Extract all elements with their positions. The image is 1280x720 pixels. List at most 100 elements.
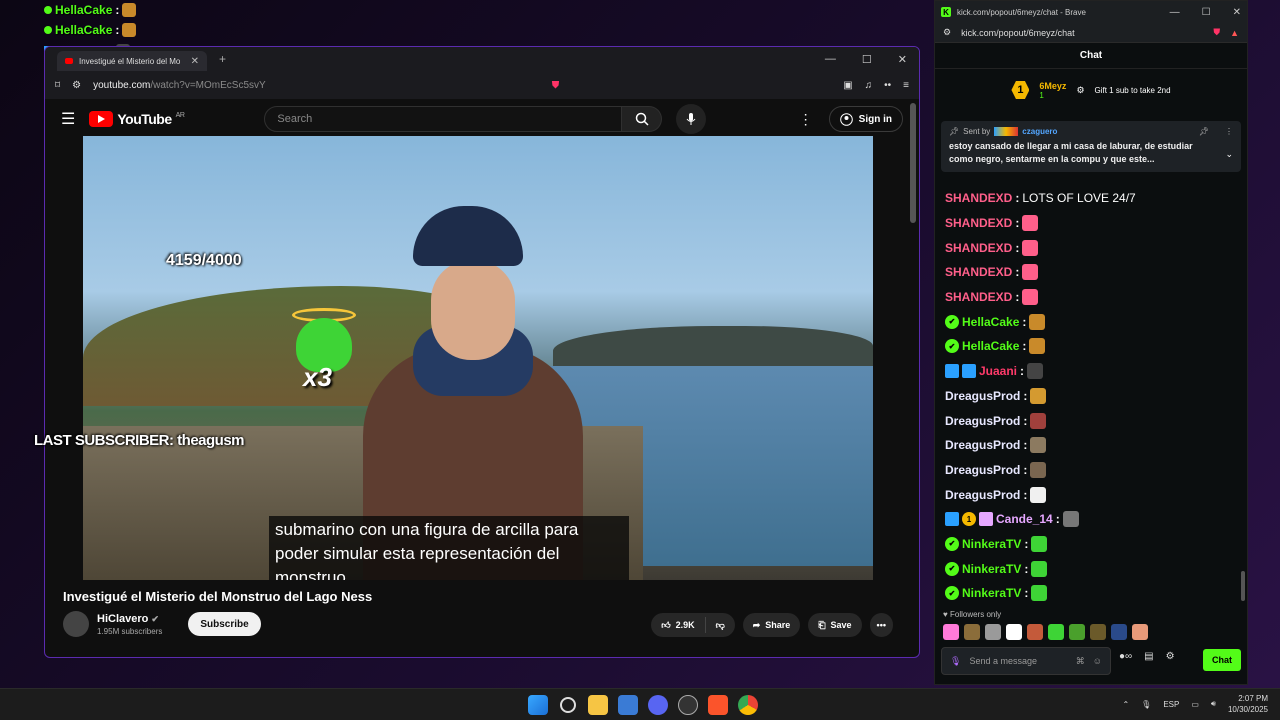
chat-username[interactable]: Juaani <box>979 364 1017 378</box>
expand-chevron-icon[interactable]: ⌄ <box>1225 149 1233 160</box>
microphone-icon[interactable]: 🎙︎ <box>1141 700 1151 709</box>
search-button[interactable] <box>622 106 663 132</box>
chat-message[interactable]: Juaani: <box>945 359 1235 384</box>
start-icon[interactable] <box>528 695 548 715</box>
close-window-icon[interactable]: ✕ <box>898 53 907 66</box>
bookmark-icon[interactable]: ⌑ <box>55 80 60 91</box>
maximize-icon[interactable]: ☐ <box>862 53 872 66</box>
hamburger-menu-icon[interactable]: ☰ <box>61 109 75 129</box>
extensions-icon[interactable]: •• <box>884 80 891 91</box>
brave-rewards-icon[interactable]: ▲ <box>1230 28 1239 38</box>
chat-username[interactable]: NinkeraTV <box>962 562 1021 576</box>
quick-emote-icon[interactable] <box>1069 624 1085 640</box>
video-player[interactable]: submarino con una figura de arcilla para… <box>83 136 873 580</box>
commands-icon[interactable]: ⌘ <box>1076 656 1085 667</box>
pinned-message[interactable]: 📌︎ Sent by czaguero 📌︎ ⋮ estoy cansado d… <box>941 121 1241 172</box>
gift-cta[interactable]: Gift 1 sub to take 2nd <box>1095 86 1171 95</box>
chat-message[interactable]: SHANDEXD: <box>945 285 1235 310</box>
language-indicator[interactable]: ESP <box>1163 700 1179 709</box>
store-icon[interactable]: ▤ <box>1144 651 1153 662</box>
quick-emote-icon[interactable] <box>1090 624 1106 640</box>
sidebar-icon[interactable]: ▣ <box>843 80 852 91</box>
voice-search-button[interactable] <box>676 104 707 134</box>
store-icon[interactable] <box>618 695 638 715</box>
discord-icon[interactable] <box>648 695 668 715</box>
quick-emote-icon[interactable] <box>985 624 1001 640</box>
quick-emote-icon[interactable] <box>1111 624 1127 640</box>
tray-chevron-icon[interactable]: ⌃ <box>1122 700 1129 709</box>
microphone-icon[interactable]: 🎙︎ <box>950 656 961 667</box>
new-tab-icon[interactable]: + <box>219 52 226 66</box>
chat-username[interactable]: SHANDEXD <box>945 216 1012 230</box>
chat-username[interactable]: DreagusProd <box>945 463 1020 477</box>
network-icon[interactable]: ▭ <box>1191 700 1199 709</box>
minimize-icon[interactable]: — <box>1170 7 1180 18</box>
search-icon[interactable] <box>560 697 576 713</box>
chat-username[interactable]: NinkeraTV <box>962 537 1021 551</box>
maximize-icon[interactable]: ☐ <box>1202 7 1211 18</box>
site-info-icon[interactable]: ⚙ <box>72 80 81 91</box>
dislike-button[interactable]: 👎︎ <box>706 613 735 637</box>
channel-name[interactable]: HiClavero ✔ <box>97 613 162 625</box>
chat-username[interactable]: DreagusProd <box>945 488 1020 502</box>
search-input[interactable]: Search <box>264 106 623 132</box>
quick-emote-icon[interactable] <box>1048 624 1064 640</box>
brave-icon[interactable] <box>708 695 728 715</box>
subscribe-button[interactable]: Subscribe <box>188 612 261 636</box>
quick-emote-icon[interactable] <box>1006 624 1022 640</box>
chat-input[interactable]: 🎙︎ Send a message ⌘ ☺ <box>941 647 1111 675</box>
sign-in-button[interactable]: Sign in <box>828 106 903 132</box>
chat-scrollbar[interactable] <box>1241 571 1245 601</box>
chrome-icon[interactable] <box>738 695 758 715</box>
media-icon[interactable]: ♫ <box>865 80 873 91</box>
chat-message[interactable]: DreagusProd: <box>945 408 1235 433</box>
chat-message[interactable]: 1 Cande_14: <box>945 507 1235 532</box>
chat-username[interactable]: NinkeraTV <box>962 586 1021 600</box>
volume-icon[interactable]: 🔊︎ <box>1211 699 1216 709</box>
minimize-icon[interactable]: — <box>825 53 836 66</box>
chat-message[interactable]: ✔ HellaCake: <box>945 334 1235 359</box>
youtube-tab[interactable]: Investigué el Misterio del Mo ✕ <box>57 51 207 71</box>
chat-message[interactable]: ✔ NinkeraTV: <box>945 581 1235 606</box>
quick-emote-icon[interactable] <box>1132 624 1148 640</box>
kick-url[interactable]: kick.com/popout/6meyz/chat <box>961 28 1203 38</box>
mod-tools-icon[interactable]: ●∞ <box>1119 651 1132 662</box>
chat-message[interactable]: SHANDEXD: <box>945 211 1235 236</box>
page-scrollbar[interactable] <box>910 103 916 223</box>
file-explorer-icon[interactable] <box>588 695 608 715</box>
brave-shield-icon[interactable]: ⛊ <box>552 80 560 91</box>
chat-username[interactable]: SHANDEXD <box>945 290 1012 304</box>
chat-message[interactable]: DreagusProd: <box>945 482 1235 507</box>
unpin-icon[interactable]: 📌︎ <box>1199 127 1209 136</box>
chat-message[interactable]: SHANDEXD: <box>945 235 1235 260</box>
chat-message[interactable]: ✔ HellaCake: <box>945 309 1235 334</box>
chat-username[interactable]: HellaCake <box>962 339 1019 353</box>
chat-message[interactable]: DreagusProd: <box>945 458 1235 483</box>
quick-emote-icon[interactable] <box>1027 624 1043 640</box>
chat-message[interactable]: SHANDEXD: <box>945 260 1235 285</box>
channel-avatar[interactable] <box>63 611 89 637</box>
chat-username[interactable]: SHANDEXD <box>945 191 1012 205</box>
chat-message[interactable]: ✔ NinkeraTV: <box>945 532 1235 557</box>
clock[interactable]: 2:07 PM 10/30/2025 <box>1228 693 1268 715</box>
pinned-user[interactable]: czaguero <box>1022 127 1057 136</box>
chat-username[interactable]: SHANDEXD <box>945 265 1012 279</box>
quick-emote-icon[interactable] <box>964 624 980 640</box>
pinned-more-icon[interactable]: ⋮ <box>1225 127 1233 136</box>
chat-message[interactable]: SHANDEXD: LOTS OF LOVE 24/7 <box>945 186 1235 211</box>
youtube-logo[interactable]: YouTube AR <box>89 111 185 127</box>
more-actions-button[interactable]: ••• <box>869 613 893 637</box>
chat-username[interactable]: Cande_14 <box>996 512 1053 526</box>
send-chat-button[interactable]: Chat <box>1203 649 1241 671</box>
quick-emote-icon[interactable] <box>943 624 959 640</box>
settings-icon[interactable]: ⚙ <box>1166 651 1175 662</box>
chat-username[interactable]: SHANDEXD <box>945 241 1012 255</box>
brave-shield-icon[interactable]: ⛊ <box>1213 27 1220 38</box>
chat-username[interactable]: HellaCake <box>962 315 1019 329</box>
emote-picker-icon[interactable]: ☺ <box>1093 656 1102 666</box>
chat-username[interactable]: DreagusProd <box>945 438 1020 452</box>
menu-icon[interactable]: ≡ <box>903 80 909 91</box>
close-tab-icon[interactable]: ✕ <box>191 56 199 67</box>
more-options-icon[interactable]: ⋮ <box>799 111 813 128</box>
chat-message[interactable]: ✔ NinkeraTV: <box>945 556 1235 581</box>
